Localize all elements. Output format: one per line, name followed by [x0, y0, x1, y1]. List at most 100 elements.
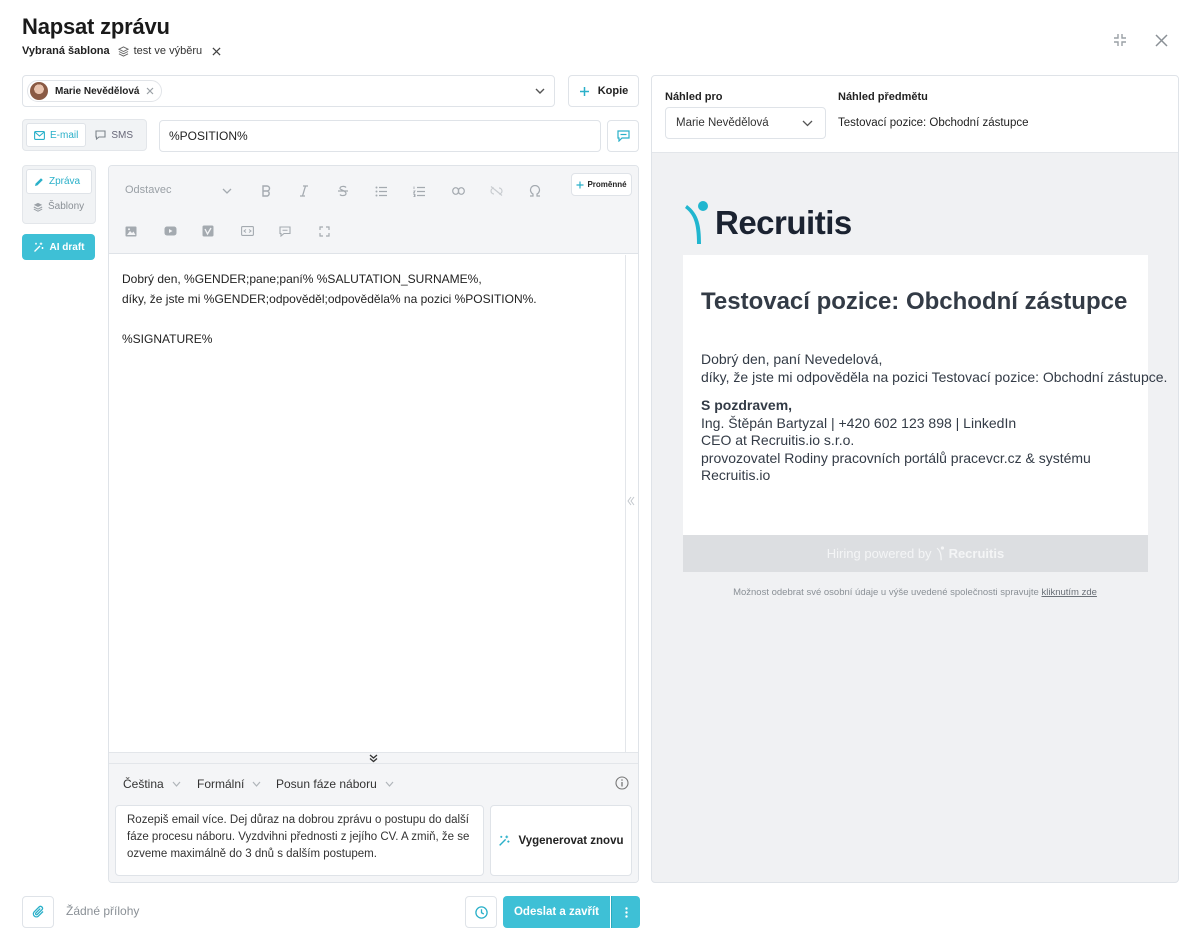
body-line: %SIGNATURE% — [122, 332, 213, 346]
page-title: Napsat zprávu — [22, 14, 170, 39]
recipients-select[interactable]: Marie Nevědělová — [22, 75, 555, 107]
double-chevron-down-icon — [369, 754, 378, 763]
variables-button[interactable]: Proměnné — [571, 173, 632, 196]
logo-text: Recruitis — [715, 204, 852, 241]
unsubscribe-note: Možnost odebrat své osobní údaje u výše … — [652, 587, 1178, 598]
selected-template: Vybraná šablona test ve výběru — [22, 44, 221, 58]
italic-icon[interactable] — [297, 184, 311, 198]
send-and-close-button[interactable]: Odeslat a zavřít — [503, 896, 610, 928]
chat-icon — [95, 130, 106, 140]
minimize-icon — [1113, 33, 1127, 47]
chevron-down-icon — [252, 781, 261, 787]
minimize-button[interactable] — [1110, 30, 1130, 50]
signature-line: Recruitis.io — [701, 467, 771, 483]
close-button[interactable] — [1151, 30, 1171, 50]
email-body: Dobrý den, paní Nevedelová, díky, že jst… — [701, 351, 1167, 485]
omega-icon[interactable] — [528, 184, 542, 198]
message-editor: Odstavec Proměnné Dobrý den, %GENDER;pan… — [108, 165, 639, 883]
embed-icon[interactable] — [240, 224, 254, 238]
preview-for-label: Náhled pro — [665, 91, 723, 103]
schedule-button[interactable] — [465, 896, 497, 928]
action-select[interactable]: Posun fáze náboru — [276, 777, 394, 791]
unsubscribe-text: Možnost odebrat své osobní údaje u výše … — [733, 587, 1039, 598]
copy-label: Kopie — [597, 85, 629, 97]
tab-sms[interactable]: SMS — [88, 123, 140, 147]
unlink-icon[interactable] — [489, 184, 503, 198]
regenerate-label: Vygenerovat znovu — [518, 834, 624, 847]
unsubscribe-link[interactable]: kliknutím zde — [1041, 587, 1096, 598]
link-icon[interactable] — [451, 184, 465, 198]
template-name: test ve výběru — [133, 45, 203, 57]
recruitis-logo-icon — [683, 200, 711, 246]
splitter[interactable] — [625, 255, 626, 752]
signature-line: CEO at Recruitis.io s.r.o. — [701, 432, 855, 448]
side-tabs: Zpráva Šablony — [22, 165, 96, 224]
tab-sms-label: SMS — [111, 129, 134, 141]
variables-label: Proměnné — [587, 180, 627, 189]
attach-button[interactable] — [22, 896, 54, 928]
signature-heading: S pozdravem, — [701, 397, 793, 413]
message-body[interactable]: Dobrý den, %GENDER;pane;paní% %SALUTATIO… — [122, 269, 537, 349]
template-label: Vybraná šablona — [22, 45, 110, 57]
ai-prompt-input[interactable]: Rozepiš email více. Dej důraz na dobrou … — [115, 805, 484, 876]
resize-handle[interactable] — [109, 752, 638, 764]
layers-icon — [117, 45, 129, 57]
magic-wand-icon — [33, 242, 44, 253]
comment-icon[interactable] — [278, 224, 292, 238]
subject-input[interactable]: %POSITION% — [159, 120, 601, 152]
tab-email-label: E-mail — [50, 129, 79, 141]
ai-draft-button[interactable]: AI draft — [22, 234, 95, 260]
language-select[interactable]: Čeština — [123, 777, 181, 791]
channel-tabs: E-mail SMS — [22, 119, 147, 151]
remove-template-icon[interactable] — [212, 46, 221, 56]
tab-templates-label: Šablony — [48, 201, 85, 212]
image-icon[interactable] — [124, 224, 138, 238]
mail-icon — [34, 130, 45, 140]
copy-button[interactable]: Kopie — [568, 75, 639, 107]
preview-recipient-select[interactable]: Marie Nevědělová — [665, 107, 826, 139]
preview-recipient-value: Marie Nevědělová — [676, 117, 769, 129]
send-options-button[interactable] — [611, 896, 640, 928]
remove-recipient-icon[interactable] — [146, 87, 154, 95]
vimeo-icon[interactable] — [201, 224, 215, 238]
email-preview: Náhled pro Náhled předmětu Marie Nevěděl… — [651, 75, 1179, 883]
chevron-down-icon — [172, 781, 181, 787]
youtube-icon[interactable] — [163, 224, 177, 238]
tab-email[interactable]: E-mail — [26, 123, 87, 147]
email-line: Dobrý den, paní Nevedelová, — [701, 351, 883, 367]
powered-by-text: Hiring powered by — [826, 546, 932, 561]
numbered-list-icon[interactable] — [412, 184, 426, 198]
tone-value: Formální — [197, 777, 245, 791]
close-icon — [1154, 33, 1168, 47]
clock-icon — [474, 905, 488, 919]
chevron-down-icon[interactable] — [222, 187, 232, 195]
fullscreen-icon[interactable] — [317, 224, 331, 238]
tab-message[interactable]: Zpráva — [26, 169, 92, 194]
pencil-icon — [34, 177, 44, 187]
recruitis-logo: Recruitis — [683, 200, 852, 246]
powered-by-brand: Recruitis — [948, 546, 1005, 561]
recipient-name: Marie Nevědělová — [55, 85, 140, 97]
info-icon[interactable] — [615, 776, 629, 790]
ai-panel: Čeština Formální Posun fáze náboru Rozep… — [109, 764, 638, 882]
preview-header: Náhled pro Náhled předmětu Marie Nevěděl… — [652, 76, 1178, 153]
tab-templates[interactable]: Šablony — [26, 194, 92, 219]
double-chevron-left-icon[interactable] — [627, 496, 635, 506]
chevron-down-icon[interactable] — [534, 85, 546, 97]
paragraph-format-select[interactable]: Odstavec — [125, 184, 171, 196]
plus-icon — [579, 86, 590, 97]
language-value: Čeština — [123, 777, 164, 791]
strikethrough-icon[interactable] — [336, 184, 350, 198]
body-line: díky, že jste mi %GENDER;odpověděl;odpov… — [122, 292, 537, 306]
regenerate-button[interactable]: Vygenerovat znovu — [490, 805, 632, 876]
preview-subject-value: Testovací pozice: Obchodní zástupce — [838, 117, 1029, 129]
email-title: Testovací pozice: Obchodní zástupce — [701, 288, 1128, 315]
bold-icon[interactable] — [259, 184, 273, 198]
body-line: Dobrý den, %GENDER;pane;paní% %SALUTATIO… — [122, 272, 482, 286]
bullet-list-icon[interactable] — [374, 184, 388, 198]
tone-select[interactable]: Formální — [197, 777, 261, 791]
chevron-down-icon — [802, 120, 813, 127]
subject-variables-button[interactable] — [607, 120, 639, 152]
recruitis-logo-icon — [936, 546, 945, 561]
signature-line: Ing. Štěpán Bartyzal | +420 602 123 898 … — [701, 414, 1017, 431]
